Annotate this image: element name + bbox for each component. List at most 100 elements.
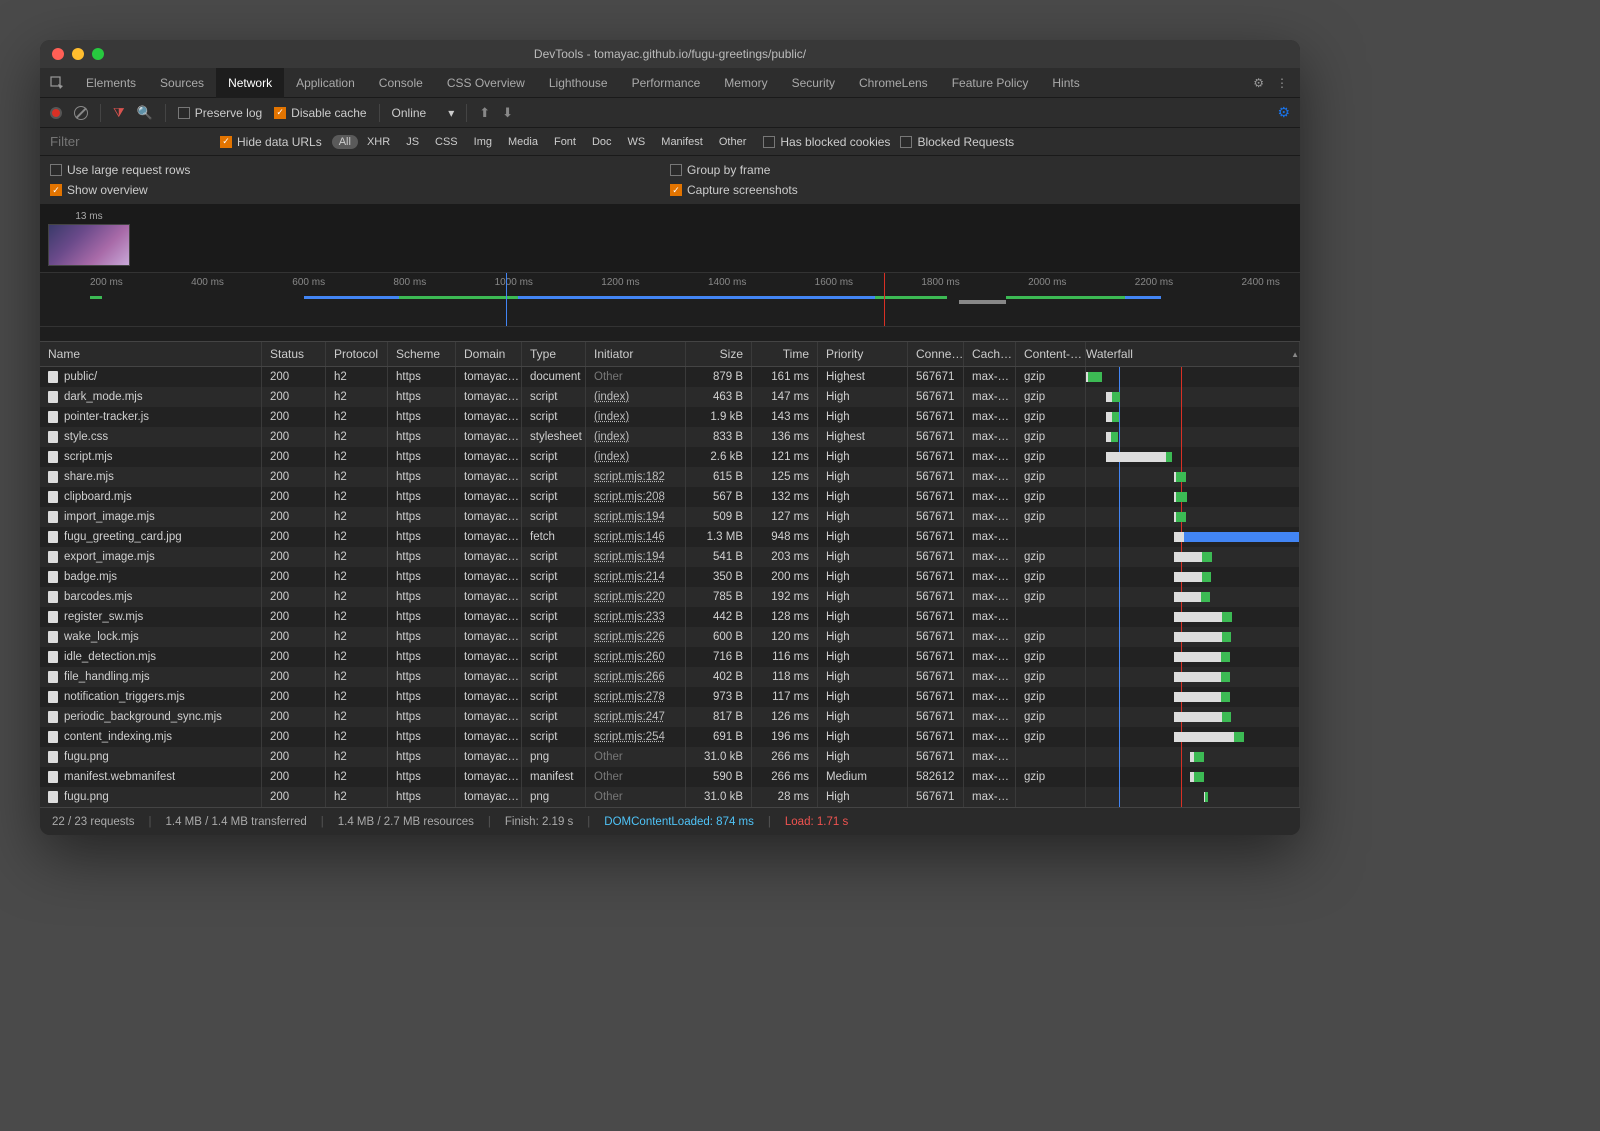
request-table[interactable]: public/200h2httpstomayac…documentOther87…	[40, 367, 1300, 807]
initiator-link[interactable]: script.mjs:194	[594, 511, 665, 523]
tab-lighthouse[interactable]: Lighthouse	[537, 68, 620, 98]
filter-type-img[interactable]: Img	[467, 135, 499, 149]
table-row[interactable]: badge.mjs200h2httpstomayac…scriptscript.…	[40, 567, 1300, 587]
initiator-link[interactable]: script.mjs:260	[594, 651, 665, 663]
filter-type-ws[interactable]: WS	[621, 135, 653, 149]
col-content-encoding[interactable]: Content-…	[1016, 342, 1086, 366]
filter-type-xhr[interactable]: XHR	[360, 135, 397, 149]
tab-memory[interactable]: Memory	[712, 68, 779, 98]
tab-css-overview[interactable]: CSS Overview	[435, 68, 537, 98]
filter-type-font[interactable]: Font	[547, 135, 583, 149]
col-status[interactable]: Status	[262, 342, 326, 366]
table-row[interactable]: fugu.png200h2httpstomayac…pngOther31.0 k…	[40, 747, 1300, 767]
filter-icon[interactable]: ⧩	[113, 105, 125, 121]
initiator-link[interactable]: script.mjs:208	[594, 491, 665, 503]
tab-console[interactable]: Console	[367, 68, 435, 98]
table-row[interactable]: file_handling.mjs200h2httpstomayac…scrip…	[40, 667, 1300, 687]
tab-network[interactable]: Network	[216, 68, 284, 98]
large-rows-checkbox[interactable]: Use large request rows	[50, 163, 670, 177]
search-icon[interactable]: 🔍	[137, 105, 153, 121]
initiator-link[interactable]: script.mjs:233	[594, 611, 665, 623]
initiator-link[interactable]: script.mjs:226	[594, 631, 665, 643]
table-row[interactable]: idle_detection.mjs200h2httpstomayac…scri…	[40, 647, 1300, 667]
filter-type-doc[interactable]: Doc	[585, 135, 619, 149]
initiator-link[interactable]: script.mjs:214	[594, 571, 665, 583]
filter-type-js[interactable]: JS	[399, 135, 426, 149]
table-row[interactable]: content_indexing.mjs200h2httpstomayac…sc…	[40, 727, 1300, 747]
hide-data-urls-checkbox[interactable]: Hide data URLs	[220, 135, 322, 149]
table-header[interactable]: Name Status Protocol Scheme Domain Type …	[40, 341, 1300, 367]
initiator-link[interactable]: script.mjs:266	[594, 671, 665, 683]
tab-elements[interactable]: Elements	[74, 68, 148, 98]
initiator-link[interactable]: script.mjs:220	[594, 591, 665, 603]
col-size[interactable]: Size	[686, 342, 752, 366]
col-time[interactable]: Time	[752, 342, 818, 366]
table-row[interactable]: manifest.webmanifest200h2httpstomayac…ma…	[40, 767, 1300, 787]
initiator-link[interactable]: script.mjs:194	[594, 551, 665, 563]
settings-icon[interactable]: ⚙	[1253, 76, 1264, 90]
filter-type-manifest[interactable]: Manifest	[654, 135, 710, 149]
disable-cache-checkbox[interactable]: Disable cache	[274, 106, 366, 120]
col-type[interactable]: Type	[522, 342, 586, 366]
table-row[interactable]: export_image.mjs200h2httpstomayac…script…	[40, 547, 1300, 567]
filter-input[interactable]	[50, 134, 210, 149]
tab-security[interactable]: Security	[780, 68, 847, 98]
col-priority[interactable]: Priority	[818, 342, 908, 366]
tab-application[interactable]: Application	[284, 68, 367, 98]
col-initiator[interactable]: Initiator	[586, 342, 686, 366]
zoom-icon[interactable]	[92, 48, 104, 60]
preserve-log-checkbox[interactable]: Preserve log	[178, 106, 262, 120]
minimize-icon[interactable]	[72, 48, 84, 60]
filter-type-media[interactable]: Media	[501, 135, 545, 149]
has-blocked-cookies-checkbox[interactable]: Has blocked cookies	[763, 135, 890, 149]
tab-hints[interactable]: Hints	[1040, 68, 1091, 98]
col-scheme[interactable]: Scheme	[388, 342, 456, 366]
table-row[interactable]: barcodes.mjs200h2httpstomayac…scriptscri…	[40, 587, 1300, 607]
col-cache[interactable]: Cach…	[964, 342, 1016, 366]
col-name[interactable]: Name	[40, 342, 262, 366]
filter-type-all[interactable]: All	[332, 135, 358, 149]
filter-type-other[interactable]: Other	[712, 135, 754, 149]
initiator-link[interactable]: (index)	[594, 431, 629, 443]
tab-sources[interactable]: Sources	[148, 68, 216, 98]
table-row[interactable]: public/200h2httpstomayac…documentOther87…	[40, 367, 1300, 387]
capture-screenshots-checkbox[interactable]: Capture screenshots	[670, 183, 1290, 197]
table-row[interactable]: import_image.mjs200h2httpstomayac…script…	[40, 507, 1300, 527]
table-row[interactable]: fugu.png200h2httpstomayac…pngOther31.0 k…	[40, 787, 1300, 807]
col-protocol[interactable]: Protocol	[326, 342, 388, 366]
table-row[interactable]: fugu_greeting_card.jpg200h2httpstomayac……	[40, 527, 1300, 547]
initiator-link[interactable]: (index)	[594, 451, 629, 463]
filmstrip[interactable]: 13 ms	[40, 205, 1300, 273]
tab-chromelens[interactable]: ChromeLens	[847, 68, 940, 98]
inspect-icon[interactable]	[46, 72, 68, 94]
group-by-frame-checkbox[interactable]: Group by frame	[670, 163, 1290, 177]
show-overview-checkbox[interactable]: Show overview	[50, 183, 670, 197]
table-row[interactable]: periodic_background_sync.mjs200h2httpsto…	[40, 707, 1300, 727]
table-row[interactable]: wake_lock.mjs200h2httpstomayac…scriptscr…	[40, 627, 1300, 647]
col-waterfall[interactable]: Waterfall	[1086, 342, 1300, 366]
table-row[interactable]: share.mjs200h2httpstomayac…scriptscript.…	[40, 467, 1300, 487]
table-row[interactable]: notification_triggers.mjs200h2httpstomay…	[40, 687, 1300, 707]
record-icon[interactable]	[50, 107, 62, 119]
tab-performance[interactable]: Performance	[620, 68, 713, 98]
initiator-link[interactable]: script.mjs:182	[594, 471, 665, 483]
initiator-link[interactable]: (index)	[594, 391, 629, 403]
upload-har-icon[interactable]: ⬆	[479, 105, 490, 121]
table-row[interactable]: pointer-tracker.js200h2httpstomayac…scri…	[40, 407, 1300, 427]
col-domain[interactable]: Domain	[456, 342, 522, 366]
initiator-link[interactable]: script.mjs:146	[594, 531, 665, 543]
col-connection[interactable]: Conne…	[908, 342, 964, 366]
close-icon[interactable]	[52, 48, 64, 60]
initiator-link[interactable]: (index)	[594, 411, 629, 423]
blocked-requests-checkbox[interactable]: Blocked Requests	[900, 135, 1014, 149]
table-row[interactable]: script.mjs200h2httpstomayac…script(index…	[40, 447, 1300, 467]
filter-type-css[interactable]: CSS	[428, 135, 465, 149]
table-row[interactable]: clipboard.mjs200h2httpstomayac…scriptscr…	[40, 487, 1300, 507]
tab-feature-policy[interactable]: Feature Policy	[940, 68, 1041, 98]
panel-settings-icon[interactable]: ⚙	[1277, 104, 1290, 121]
initiator-link[interactable]: script.mjs:254	[594, 731, 665, 743]
initiator-link[interactable]: script.mjs:278	[594, 691, 665, 703]
table-row[interactable]: style.css200h2httpstomayac…stylesheet(in…	[40, 427, 1300, 447]
timeline-overview[interactable]: 200 ms400 ms600 ms800 ms1000 ms1200 ms14…	[40, 273, 1300, 327]
table-row[interactable]: dark_mode.mjs200h2httpstomayac…script(in…	[40, 387, 1300, 407]
